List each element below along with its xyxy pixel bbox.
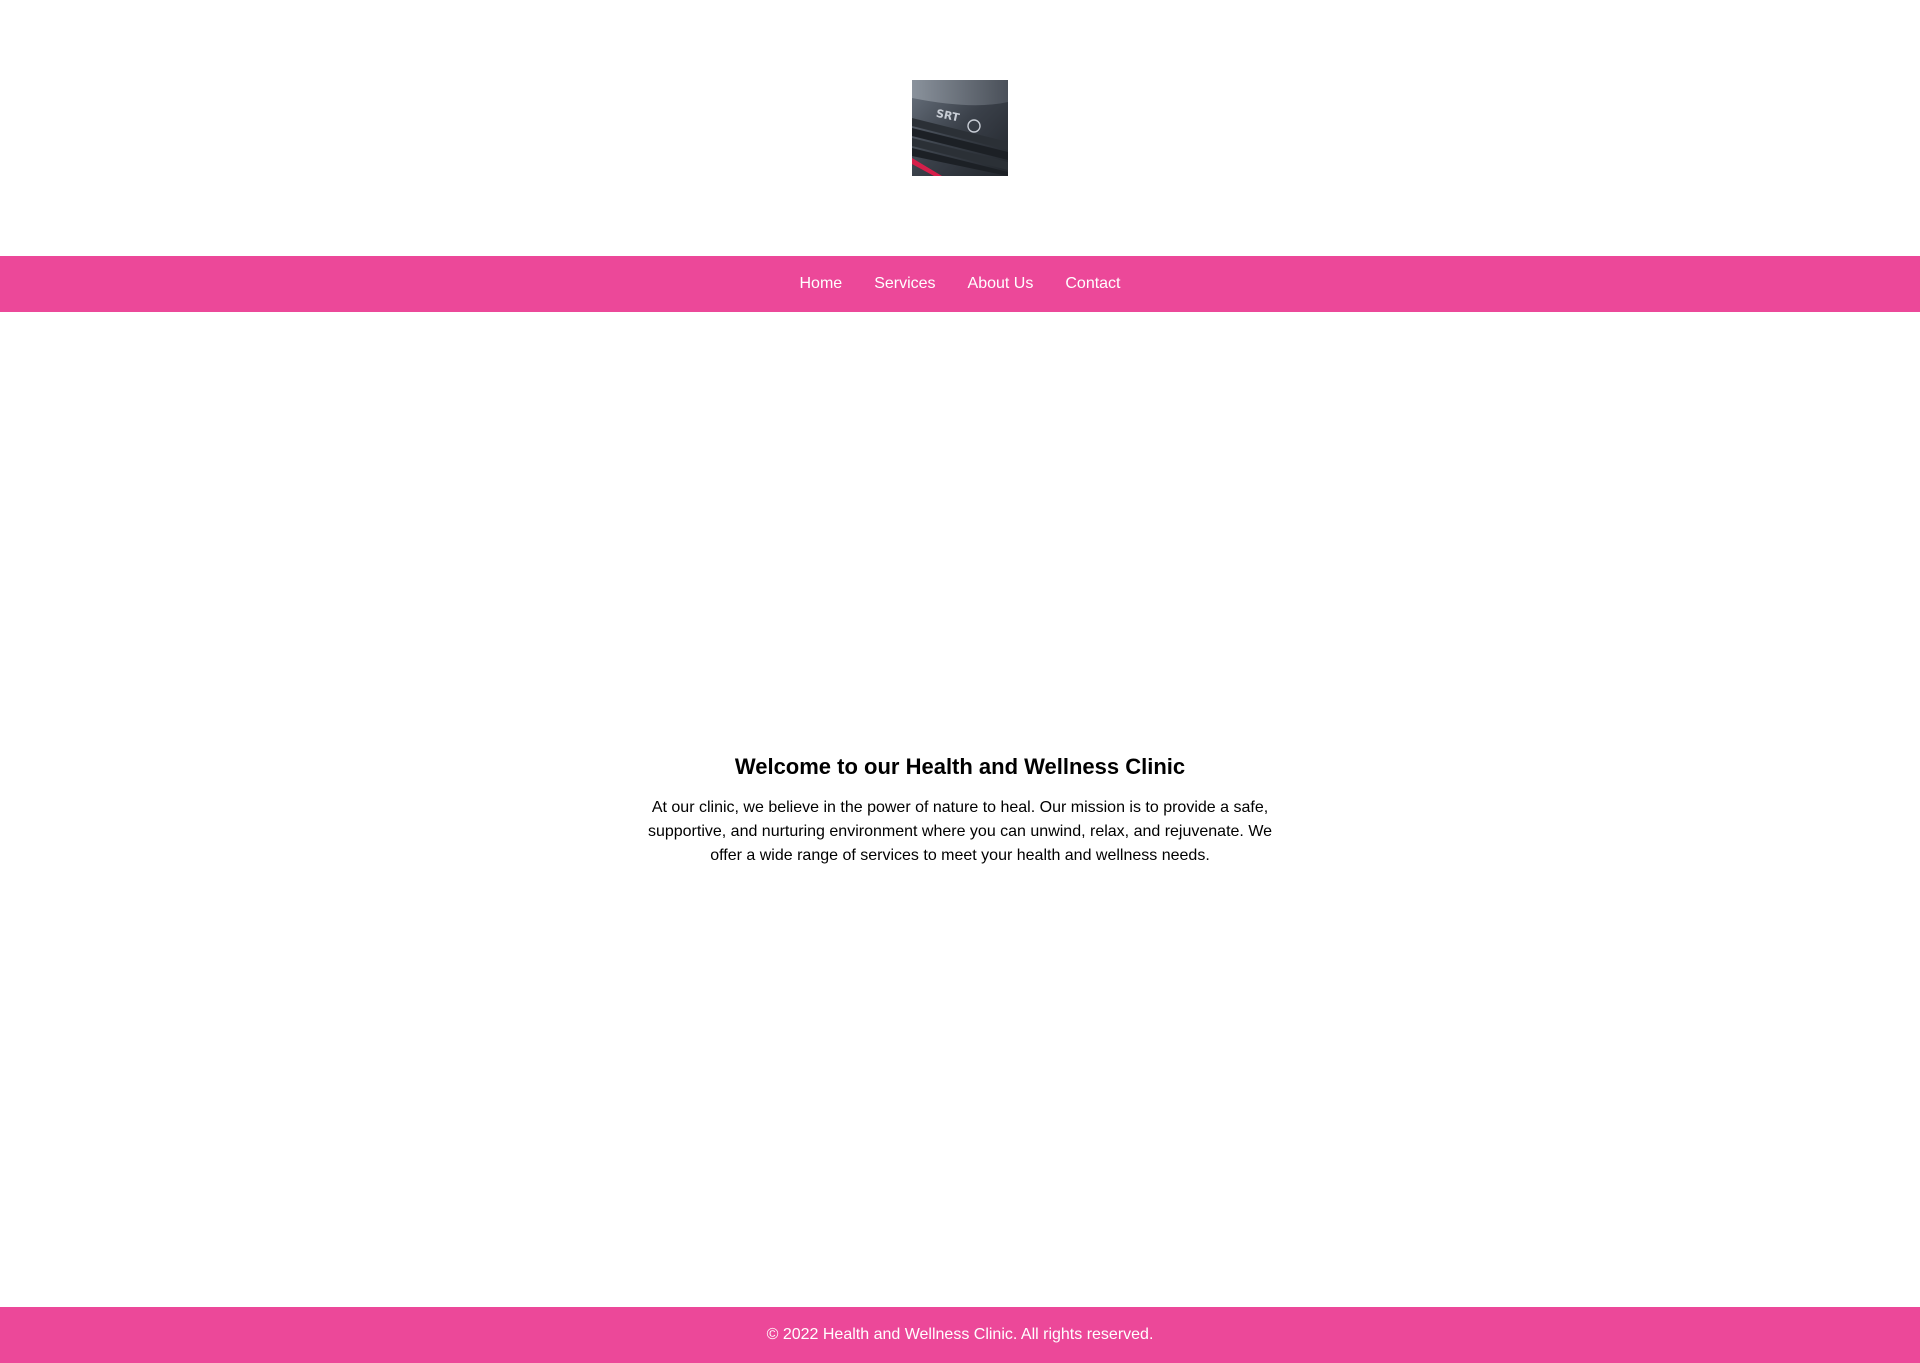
nav-item-contact: Contact bbox=[1065, 274, 1120, 294]
main-nav: Home Services About Us Contact bbox=[0, 256, 1920, 312]
page: SRT Home Services About Us Contact Welco… bbox=[0, 0, 1920, 1363]
nav-link-contact[interactable]: Contact bbox=[1065, 275, 1120, 292]
welcome-section: Welcome to our Health and Wellness Clini… bbox=[635, 752, 1285, 868]
copyright-text: © 2022 Health and Wellness Clinic. All r… bbox=[766, 1326, 1154, 1343]
site-header: SRT bbox=[0, 0, 1920, 256]
car-grille-photo-icon: SRT bbox=[912, 80, 1008, 176]
nav-item-services: Services bbox=[874, 274, 935, 294]
site-footer: © 2022 Health and Wellness Clinic. All r… bbox=[0, 1307, 1920, 1363]
nav-link-about-us[interactable]: About Us bbox=[968, 275, 1034, 292]
nav-item-home: Home bbox=[800, 274, 843, 294]
nav-link-services[interactable]: Services bbox=[874, 275, 935, 292]
logo-image[interactable]: SRT bbox=[912, 80, 1008, 176]
nav-item-about-us: About Us bbox=[968, 274, 1034, 294]
nav-list: Home Services About Us Contact bbox=[800, 274, 1121, 294]
nav-link-home[interactable]: Home bbox=[800, 275, 843, 292]
main-content: Welcome to our Health and Wellness Clini… bbox=[0, 312, 1920, 1307]
welcome-title: Welcome to our Health and Wellness Clini… bbox=[734, 753, 1186, 779]
welcome-text: At our clinic, we believe in the power o… bbox=[647, 798, 1273, 864]
